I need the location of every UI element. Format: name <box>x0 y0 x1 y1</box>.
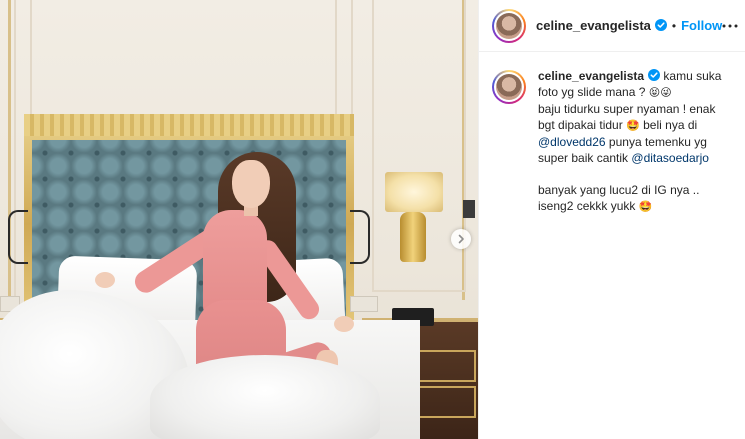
caption-text: celine_evangelista kamu suka foto yg sli… <box>538 68 733 215</box>
more-options-icon <box>722 24 738 27</box>
caption-avatar[interactable] <box>492 70 526 104</box>
caption: celine_evangelista kamu suka foto yg sli… <box>479 52 745 215</box>
header-separator: • <box>671 18 677 33</box>
more-options-button[interactable] <box>722 16 738 36</box>
wall-switch <box>463 200 475 218</box>
mention-link[interactable]: @dlovedd26 <box>538 135 606 149</box>
avatar[interactable] <box>492 8 526 43</box>
table-lamp-shade <box>385 172 443 212</box>
avatar-image <box>496 12 522 39</box>
username-text[interactable]: celine_evangelista <box>536 18 651 33</box>
star-eyes-emoji: 🤩 <box>638 200 653 213</box>
reading-lamp <box>8 210 28 264</box>
table-lamp-base <box>400 212 426 262</box>
star-eyes-emoji: 🤩 <box>626 119 640 132</box>
caption-username[interactable]: celine_evangelista <box>538 69 644 83</box>
mention-link[interactable]: @ditasoedarjo <box>631 151 709 165</box>
reading-lamp <box>350 210 370 264</box>
headboard-crown <box>24 114 354 136</box>
follow-button[interactable]: Follow <box>681 18 722 33</box>
verified-badge-icon <box>648 69 661 81</box>
instagram-post: celine_evangelista • Follow celine_evang… <box>0 0 745 439</box>
post-side-panel: celine_evangelista • Follow celine_evang… <box>478 0 745 439</box>
caption-emojis: 😝😜 <box>648 86 672 99</box>
carousel-next-button[interactable] <box>451 229 471 249</box>
header-username[interactable]: celine_evangelista <box>536 18 667 33</box>
caption-line2-after: beli nya di <box>643 118 698 132</box>
verified-badge-icon <box>654 19 667 31</box>
chevron-right-icon <box>458 234 464 244</box>
duvet <box>150 355 380 439</box>
wall-socket <box>350 296 378 312</box>
avatar-image <box>496 74 522 100</box>
post-photo[interactable] <box>0 0 478 439</box>
post-header: celine_evangelista • Follow <box>479 0 745 52</box>
person-hand <box>95 272 115 288</box>
caption-line3: banyak yang lucu2 di IG nya .. iseng2 ce… <box>538 183 700 213</box>
person-hand <box>334 316 354 332</box>
person-face <box>232 160 270 208</box>
